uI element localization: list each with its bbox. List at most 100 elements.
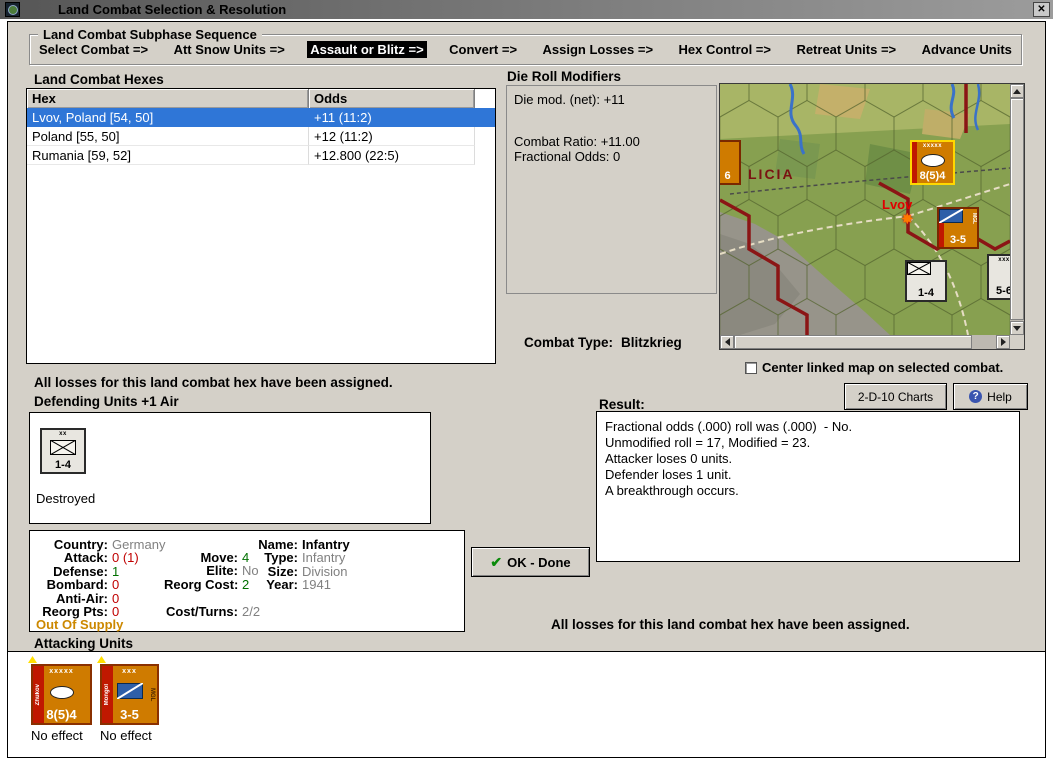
cavalry-side-label: MGL xyxy=(971,213,977,225)
attacking-units-strip: Zhukov xxxxx 8(5)4 No effect Mongol MGL … xyxy=(8,651,1045,757)
map-unit-cavalry[interactable]: MGL xxx 3-5 xyxy=(937,207,979,249)
step-advance-units: Advance Units xyxy=(921,42,1012,57)
attacking-unit-cavalry[interactable]: Mongol MGL xxx 3-5 xyxy=(100,664,159,725)
year-label: Year: xyxy=(266,577,298,593)
map-region-label: LICIA xyxy=(748,166,795,182)
reorgcost-value: 2 xyxy=(242,576,250,592)
name-label: Name: xyxy=(258,537,298,552)
result-line: Defender loses 1 unit. xyxy=(605,467,732,482)
type-label: Type: xyxy=(264,550,298,566)
ok-done-button[interactable]: ✔ OK - Done xyxy=(471,547,590,577)
step-att-snow-units: Att Snow Units => xyxy=(173,42,285,57)
result-line: Fractional odds (.000) roll was (.000) -… xyxy=(605,419,853,434)
combat-ratio-line: Combat Ratio: +11.00 xyxy=(514,134,640,149)
size-label: Size: xyxy=(267,563,298,579)
die-mod-line: Die mod. (net): +11 xyxy=(514,92,625,107)
vertical-scroll-thumb[interactable] xyxy=(1010,98,1024,320)
hq-symbol xyxy=(49,685,74,699)
year-value: 1941 xyxy=(302,577,331,593)
odds-cell[interactable]: +12.800 (22:5) xyxy=(309,146,475,165)
cavalry-side-label: MGL xyxy=(149,687,155,702)
map-horizontal-scrollbar[interactable] xyxy=(720,335,1010,349)
step-select-combat: Select Combat => xyxy=(39,42,149,57)
hex-cell[interactable]: Poland [55, 50] xyxy=(27,127,309,146)
antiair-label: Anti-Air: xyxy=(56,590,108,606)
center-map-checkbox[interactable] xyxy=(745,362,757,374)
hex-cell[interactable]: Rumania [59, 52] xyxy=(27,146,309,165)
result-line: A breakthrough occurs. xyxy=(605,483,739,498)
map-vertical-scrollbar[interactable] xyxy=(1010,84,1024,335)
combat-type-label: Combat Type: xyxy=(524,335,614,350)
die-roll-modifiers-panel: Die mod. (net): +11 Combat Ratio: +11.00… xyxy=(506,85,717,294)
help-button[interactable]: ? Help xyxy=(953,383,1028,410)
hex-row[interactable]: Poland [55, 50] +12 (11:2) xyxy=(27,127,495,146)
hex-list-header: Hex Odds xyxy=(27,89,495,108)
scroll-left-icon xyxy=(724,338,730,346)
hex-row-selected[interactable]: Lvov, Poland [54, 50] +11 (11:2) xyxy=(27,108,495,127)
combat-map[interactable]: LICIA Lvov ✸ xxxxx 8(5)4 MGL xxx 3-5 xx xyxy=(720,84,1010,335)
close-button[interactable]: ✕ xyxy=(1033,2,1050,17)
hq-symbol xyxy=(920,154,945,167)
defending-unit-counter[interactable]: xx 1-4 xyxy=(40,428,86,474)
charts-button-label: 2-D-10 Charts xyxy=(857,389,934,404)
explosion-icon: ✸ xyxy=(901,211,914,228)
fractional-odds-line: Fractional Odds: 0 xyxy=(514,149,621,164)
unit-strength: 8(5)4 xyxy=(919,170,946,182)
odds-column-header: Odds xyxy=(309,89,475,108)
cavalry-side-stripe: MGL xyxy=(148,666,156,723)
hex-column-header: Hex xyxy=(27,89,309,108)
hex-row[interactable]: Rumania [59, 52] +12.800 (22:5) xyxy=(27,146,495,165)
move-label: Move: xyxy=(200,550,238,565)
unit-strength: 1-4 xyxy=(918,287,934,299)
map-unit-edge-left[interactable]: 6 xyxy=(720,140,741,185)
help-button-label: Help xyxy=(987,389,1012,404)
unit-strength: 3-5 xyxy=(950,234,966,246)
attacking-unit-hq[interactable]: Zhukov xxxxx 8(5)4 xyxy=(31,664,92,725)
result-line: Attacker loses 0 units. xyxy=(605,451,733,466)
country-label: Country: xyxy=(53,537,108,552)
hex-list-title: Land Combat Hexes xyxy=(34,72,164,87)
supply-status: Out Of Supply xyxy=(36,617,124,633)
map-unit-infantry[interactable]: xx 1-4 xyxy=(905,260,947,302)
map-unit-edge-right[interactable]: xxx 5-6 xyxy=(987,254,1010,300)
hex-cell[interactable]: Lvov, Poland [54, 50] xyxy=(27,108,309,127)
costturns-label: Cost/Turns: xyxy=(166,603,238,619)
horizontal-scroll-thumb[interactable] xyxy=(734,335,972,349)
scroll-right-button[interactable] xyxy=(996,335,1010,349)
odds-cell[interactable]: +11 (11:2) xyxy=(309,108,475,127)
map-widget: LICIA Lvov ✸ xxxxx 8(5)4 MGL xxx 3-5 xx xyxy=(719,83,1025,350)
app-icon xyxy=(5,2,20,17)
combat-type-row: Combat Type: Blitzkrieg xyxy=(524,335,682,350)
unit-size: xxx xyxy=(998,257,1010,263)
elite-label: Elite: xyxy=(206,563,238,579)
unit-details-panel: Country: Germany Attack: 0 (1) Defense: 1 B… xyxy=(29,530,465,632)
combat-type-value: Blitzkrieg xyxy=(621,335,682,350)
scroll-down-button[interactable] xyxy=(1010,321,1024,335)
losses-assigned-message-left: All losses for this land combat hex have… xyxy=(34,375,393,390)
combat-hex-list: Hex Odds Lvov, Poland [54, 50] +11 (11:2… xyxy=(26,88,496,364)
unit-size: xxxxx xyxy=(49,668,74,675)
scroll-up-button[interactable] xyxy=(1010,84,1024,98)
losses-assigned-message-right: All losses for this land combat hex have… xyxy=(551,617,910,632)
defending-units-title: Defending Units +1 Air xyxy=(34,394,179,409)
scroll-left-button[interactable] xyxy=(720,335,734,349)
step-assault-or-blitz: Assault or Blitz => xyxy=(307,41,427,58)
defending-units-panel: xx 1-4 Destroyed xyxy=(29,412,431,524)
unit-strength: 1-4 xyxy=(55,459,71,471)
attacker-status: No effect xyxy=(100,728,152,743)
commander-name: Zhukov xyxy=(35,683,41,706)
odds-cell[interactable]: +12 (11:2) xyxy=(309,127,475,146)
infantry-symbol xyxy=(49,439,77,458)
map-unit-hq[interactable]: xxxxx 8(5)4 xyxy=(910,140,955,185)
subphase-sequence-groupbox: Land Combat Subphase Sequence Select Com… xyxy=(29,27,1022,65)
scroll-down-icon xyxy=(1013,325,1021,331)
reorgpts-label: Reorg Pts: xyxy=(42,603,108,619)
defender-status: Destroyed xyxy=(36,491,96,506)
charts-button[interactable]: 2-D-10 Charts xyxy=(844,383,947,410)
hq-commander-stripe xyxy=(912,142,917,183)
defense-label: Defense: xyxy=(53,563,108,579)
die-roll-modifiers-title: Die Roll Modifiers xyxy=(507,69,622,84)
cavalry-symbol xyxy=(115,681,144,702)
step-retreat-units: Retreat Units => xyxy=(796,42,897,57)
ok-done-label: OK - Done xyxy=(507,554,571,570)
